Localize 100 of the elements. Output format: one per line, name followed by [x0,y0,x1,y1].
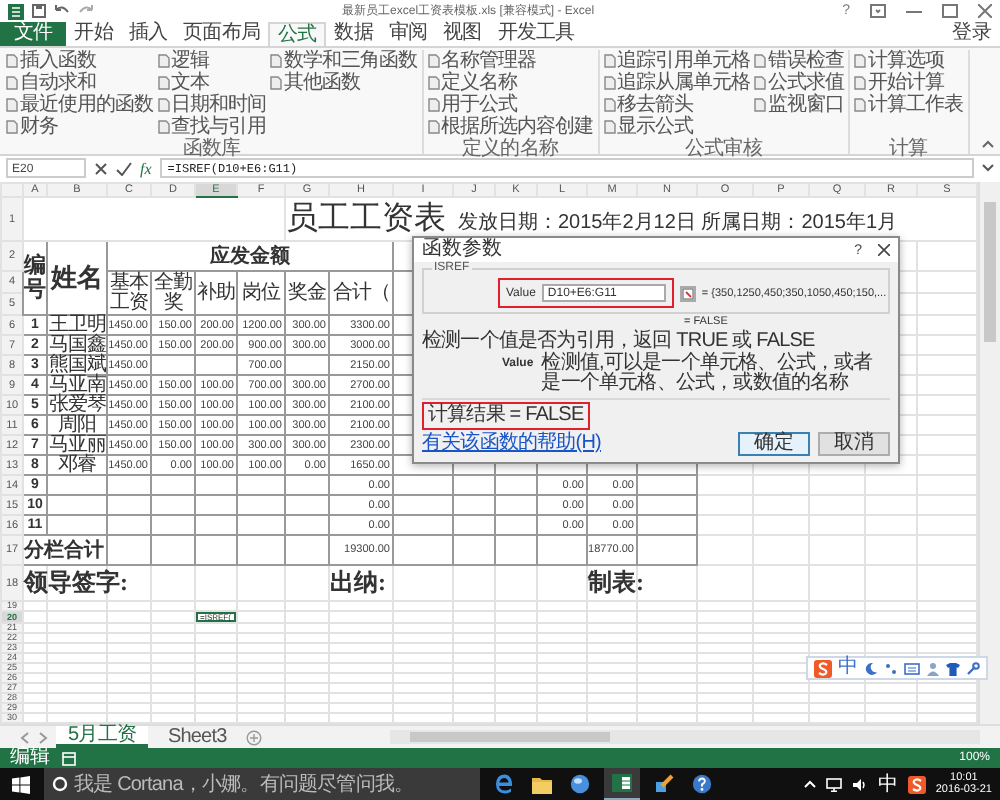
ribbon-button[interactable]: 追踪引用单元格 [603,50,750,72]
ribbon-button[interactable]: 根据所选内容创建 [427,116,593,138]
status-mode: 编辑 [10,748,50,768]
table-cell: 熊国斌 [48,354,106,376]
sogou-logo-icon[interactable] [907,775,926,793]
ime-mode[interactable]: 中 [838,658,858,678]
close-icon[interactable] [878,244,890,256]
undo-icon[interactable] [54,4,70,18]
punctuation-icon[interactable] [884,661,898,675]
ribbon-tab[interactable]: 插入 [120,22,176,46]
cancel-button[interactable]: 取消 [818,432,890,456]
ribbon-button[interactable]: 最近使用的函数 [6,94,153,116]
table-header-cell: 全勤奖 [151,271,195,315]
person-icon[interactable] [926,661,940,675]
formula-result: 计算结果 = FALSE [422,402,590,430]
sheet-title: 员工工资表 [286,202,446,236]
cortana-icon [52,776,68,792]
macro-record-icon[interactable] [62,751,76,765]
table-header-cell: 姓名 [47,241,107,315]
ribbon-button[interactable]: 开始计算 [854,72,963,94]
keyboard-icon[interactable] [904,661,920,675]
table-cell: 王卫明 [48,314,106,336]
ribbon-button[interactable]: 文本 [157,72,266,94]
help-icon[interactable] [692,774,712,794]
expand-icon[interactable] [982,164,994,172]
sign-in-link[interactable]: 登录 [952,22,992,46]
save-icon[interactable] [32,4,46,18]
ribbon-button[interactable]: 日期和时间 [157,94,266,116]
ribbon-button[interactable]: 插入函数 [6,50,153,72]
ribbon-button[interactable]: 计算工作表 [854,94,963,116]
ribbon-tab[interactable]: 视图 [435,22,490,46]
table-header-cell: 基本工资 [107,271,151,315]
folder-icon[interactable] [532,775,552,793]
table-cell: 分栏合计 [24,540,104,562]
sheet-tab[interactable]: 5月工资 [56,726,148,748]
ribbon-display-icon[interactable] [870,4,886,18]
shirt-icon[interactable] [946,661,960,675]
collapse-ribbon-icon[interactable] [982,140,994,148]
spreadsheet-app-icon[interactable] [604,768,640,800]
ribbon-button[interactable]: 错误检查 [754,50,844,72]
ribbon-button[interactable]: 自动求和 [6,72,153,94]
ok-button[interactable]: 确定 [738,432,810,456]
browser-icon[interactable] [494,774,514,794]
input-method-indicator[interactable]: 中 [877,770,898,798]
speaker-icon[interactable] [851,777,868,791]
range-select-button[interactable] [679,285,696,301]
add-sheet-icon[interactable] [246,729,263,745]
ribbon-tab[interactable]: 开发工具 [489,22,583,46]
ribbon-group-label: 计算 [887,140,930,160]
date-info: 发放日期：2015年2月12日 所属日期：2015年1月 [458,212,898,234]
moon-icon[interactable] [864,661,878,675]
dialog-title: 函数参数 [422,238,502,261]
globe-icon[interactable] [570,774,590,794]
scroll-left-icon[interactable] [20,731,30,743]
ribbon-button[interactable]: 查找与引用 [157,116,266,138]
insert-function-button[interactable]: fx [140,159,152,177]
ribbon-button[interactable]: 其他函数 [270,72,417,94]
check-icon[interactable] [116,161,132,175]
signature-label: 出纳: [330,568,386,596]
ribbon-button[interactable]: 显示公式 [603,116,750,138]
close-icon[interactable] [978,4,992,18]
ribbon-group-label: 函数库 [180,140,243,160]
table-cell: 张爱琴 [48,394,106,416]
scroll-right-icon[interactable] [38,731,48,743]
ribbon-button[interactable]: 财务 [6,116,153,138]
ribbon-tab[interactable]: 审阅 [380,22,436,46]
ribbon-button[interactable]: 用于公式 [427,94,593,116]
ribbon-button[interactable]: 名称管理器 [427,50,593,72]
ribbon-button[interactable]: 追踪从属单元格 [603,72,750,94]
ribbon-button[interactable]: 逻辑 [157,50,266,72]
wrench-icon[interactable] [966,661,980,675]
ribbon-button[interactable]: 数学和三角函数 [270,50,417,72]
table-header-cell: 补助 [195,271,237,315]
ime-toolbar[interactable]: 中 [806,656,988,680]
table-header-cell: 奖金 [285,271,329,315]
ribbon-tab[interactable]: 数据 [326,22,381,46]
horizontal-scrollbar[interactable] [390,730,980,744]
ribbon-tab[interactable]: 开始 [66,22,121,46]
ribbon-button[interactable]: 定义名称 [427,72,593,94]
table-header-cell: 应发金额 [107,241,393,271]
ribbon-tab[interactable]: 页面布局 [175,22,269,46]
monitor-icon[interactable] [825,777,842,791]
ribbon-button[interactable]: 移去箭头 [603,94,750,116]
ribbon-button[interactable]: 监视窗口 [754,94,844,116]
ribbon-tab[interactable]: 公式 [268,22,327,46]
table-header-cell: 岗位 [237,271,285,315]
maximize-icon[interactable] [942,4,958,18]
chevron-up-icon[interactable] [803,780,816,788]
help-link[interactable]: 有关该函数的帮助(H) [422,434,601,454]
sheet-tab[interactable]: Sheet3 [155,726,239,748]
table-cell: 马亚南 [48,374,106,396]
ribbon-button[interactable]: 计算选项 [854,50,963,72]
search-field[interactable]: 我是 Cortana，小娜。有问题尽管问我。 [44,768,480,800]
cancel-icon[interactable] [94,161,108,175]
ribbon-button[interactable]: 公式求值 [754,72,844,94]
tools-icon[interactable] [654,774,674,794]
table-cell: 马国鑫 [48,334,106,356]
ribbon-tab[interactable]: 文件 [0,22,67,46]
vertical-scrollbar[interactable] [978,182,1000,724]
windows-logo-icon[interactable] [12,775,30,793]
